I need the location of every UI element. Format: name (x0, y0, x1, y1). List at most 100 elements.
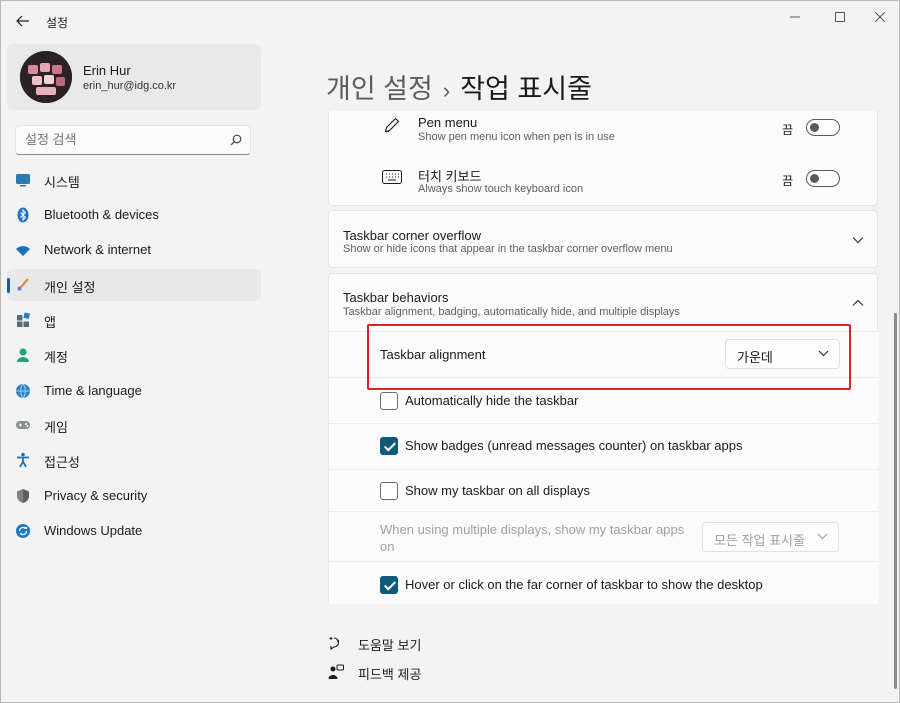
multi-display-value: 모든 작업 표시줄 (714, 533, 805, 548)
wifi-icon (16, 246, 30, 256)
chevron-down-icon (818, 350, 829, 357)
corner-icons-card: Pen menu Show pen menu icon when pen is … (328, 111, 878, 206)
chevron-down-icon (817, 533, 828, 540)
globe-clock-icon (16, 383, 30, 399)
sidebar-item-apps[interactable]: 앱 (7, 304, 261, 336)
monitor-icon (16, 174, 30, 187)
apps-icon (17, 312, 31, 327)
far-corner-row: Hover or click on the far corner of task… (329, 561, 878, 604)
taskbar-alignment-label: Taskbar alignment (380, 347, 486, 362)
behaviors-subtitle: Taskbar alignment, badging, automaticall… (343, 306, 680, 318)
avatar (20, 51, 72, 103)
breadcrumb: 개인 설정 › 작업 표시줄 (326, 67, 592, 106)
taskbar-behaviors-card: Taskbar behaviors Taskbar alignment, bad… (328, 273, 878, 604)
taskbar-alignment-row: Taskbar alignment 가운데 (329, 331, 878, 377)
help-icon (329, 637, 340, 651)
search-icon (230, 134, 242, 146)
maximize-button[interactable] (822, 5, 858, 29)
touch-keyboard-subtitle: Always show touch keyboard icon (418, 183, 584, 195)
sidebar-item-accessibility[interactable]: 접근성 (7, 444, 261, 476)
behaviors-title: Taskbar behaviors (343, 290, 449, 305)
pen-menu-subtitle: Show pen menu icon when pen is in use (418, 131, 615, 143)
auto-hide-checkbox[interactable] (380, 392, 398, 410)
all-displays-checkbox[interactable] (380, 482, 398, 500)
breadcrumb-parent[interactable]: 개인 설정 (326, 74, 433, 104)
sidebar-item-accounts[interactable]: 계정 (7, 339, 261, 371)
sidebar-item-label: Windows Update (44, 523, 143, 538)
sidebar-item-network[interactable]: Network & internet (7, 234, 261, 266)
all-displays-row: Show my taskbar on all displays (329, 469, 878, 511)
shield-icon (17, 489, 29, 503)
keyboard-icon (382, 170, 402, 184)
minimize-button[interactable] (777, 5, 813, 29)
title-bar: 설정 (1, 1, 899, 41)
page-title: 작업 표시줄 (460, 74, 592, 104)
sidebar-item-label: Bluetooth & devices (44, 207, 159, 222)
pen-menu-toggle[interactable] (806, 119, 840, 136)
corner-overflow-card[interactable]: Taskbar corner overflow Show or hide ico… (328, 210, 878, 268)
active-indicator (7, 278, 10, 293)
sidebar-item-label: Privacy & security (44, 488, 148, 503)
sidebar-item-privacy[interactable]: Privacy & security (7, 480, 261, 512)
sidebar-item-label: Network & internet (44, 242, 151, 257)
sidebar-item-gaming[interactable]: 게임 (7, 409, 261, 441)
settings-search[interactable] (15, 125, 251, 155)
multi-display-row: When using multiple displays, show my ta… (329, 511, 878, 561)
brush-icon (17, 278, 29, 291)
arrow-left-icon (16, 15, 29, 27)
badges-checkbox[interactable] (380, 437, 398, 455)
multi-display-label-line2: on (380, 539, 395, 554)
update-icon (16, 524, 30, 538)
scrollbar[interactable] (894, 313, 897, 689)
person-icon (17, 348, 29, 362)
maximize-icon (835, 12, 845, 22)
badges-row: Show badges (unread messages counter) on… (329, 423, 878, 469)
window-title: 설정 (46, 16, 69, 30)
sidebar-item-label: 게임 (44, 420, 68, 435)
search-input[interactable] (25, 132, 225, 147)
sidebar-item-time-language[interactable]: Time & language (7, 375, 261, 407)
corner-overflow-title: Taskbar corner overflow (343, 228, 481, 243)
multi-display-dropdown[interactable]: 모든 작업 표시줄 (702, 522, 839, 552)
sidebar-item-windows-update[interactable]: Windows Update (7, 515, 261, 547)
sidebar-item-system[interactable]: 시스템 (7, 164, 261, 196)
chevron-down-icon[interactable] (852, 236, 864, 244)
auto-hide-label: Automatically hide the taskbar (405, 393, 579, 408)
far-corner-label: Hover or click on the far corner of task… (405, 577, 763, 592)
close-button[interactable] (862, 5, 898, 29)
taskbar-alignment-value: 가운데 (737, 350, 773, 365)
accessibility-icon (17, 452, 29, 468)
pen-menu-title: Pen menu (418, 115, 478, 130)
gamepad-icon (16, 421, 30, 429)
badges-label: Show badges (unread messages counter) on… (405, 438, 743, 453)
touch-keyboard-state: 끔 (782, 174, 794, 188)
sidebar-item-bluetooth[interactable]: Bluetooth & devices (7, 199, 261, 231)
multi-display-label-line1: When using multiple displays, show my ta… (380, 522, 685, 537)
taskbar-alignment-dropdown[interactable]: 가운데 (725, 339, 840, 369)
minimize-icon (790, 16, 800, 18)
far-corner-checkbox[interactable] (380, 576, 398, 594)
pen-icon (384, 117, 400, 133)
sidebar-item-personalization[interactable]: 개인 설정 (7, 269, 261, 301)
pen-menu-state: 끔 (782, 123, 794, 137)
chevron-up-icon[interactable] (852, 299, 864, 307)
sidebar-item-label: 계정 (44, 350, 68, 365)
auto-hide-row: Automatically hide the taskbar (329, 377, 878, 423)
all-displays-label: Show my taskbar on all displays (405, 483, 590, 498)
corner-overflow-subtitle: Show or hide icons that appear in the ta… (343, 243, 673, 255)
feedback-label: 피드백 제공 (358, 667, 422, 682)
close-icon (875, 12, 885, 22)
breadcrumb-separator: › (442, 78, 451, 103)
feedback-icon (328, 664, 344, 679)
sidebar-item-label: Time & language (44, 383, 142, 398)
sidebar-item-label: 앱 (44, 315, 56, 330)
settings-window: 설정 Erin Hur erin_hur@idg.co.kr 설정 검색 시스템… (0, 0, 900, 703)
sidebar-item-label: 접근성 (44, 455, 80, 470)
help-label: 도움말 보기 (358, 638, 422, 653)
back-button[interactable] (11, 9, 35, 33)
profile-card[interactable]: Erin Hur erin_hur@idg.co.kr (7, 44, 261, 110)
profile-email: erin_hur@idg.co.kr (83, 80, 177, 92)
sidebar-item-label: 개인 설정 (44, 280, 96, 295)
profile-name: Erin Hur (83, 63, 131, 78)
touch-keyboard-toggle[interactable] (806, 170, 840, 187)
